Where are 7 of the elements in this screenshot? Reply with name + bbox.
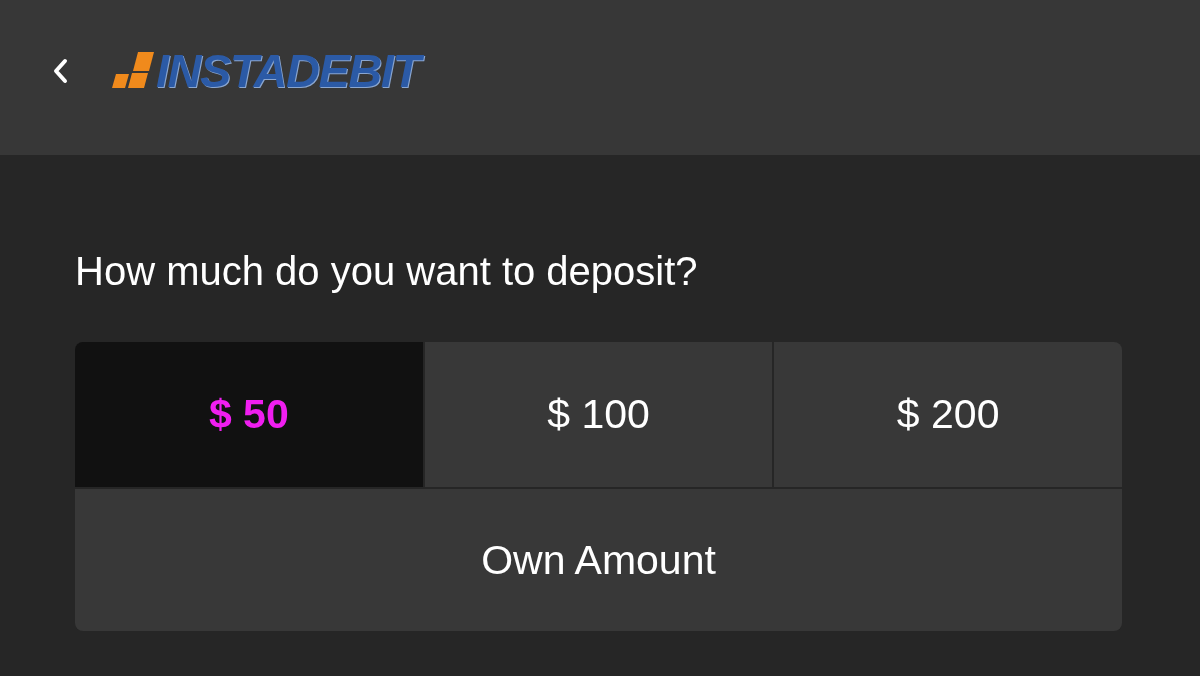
chevron-left-icon xyxy=(52,57,68,84)
question-text: How much do you want to deposit? xyxy=(75,248,699,295)
amount-option-button[interactable]: $ 100 xyxy=(424,342,773,487)
amount-option-button[interactable]: $ 50 xyxy=(75,342,423,487)
amount-option-button[interactable]: $ 200 xyxy=(774,342,1122,487)
own-amount-button[interactable]: Own Amount xyxy=(75,489,1122,631)
logo-mark-icon xyxy=(112,52,154,89)
